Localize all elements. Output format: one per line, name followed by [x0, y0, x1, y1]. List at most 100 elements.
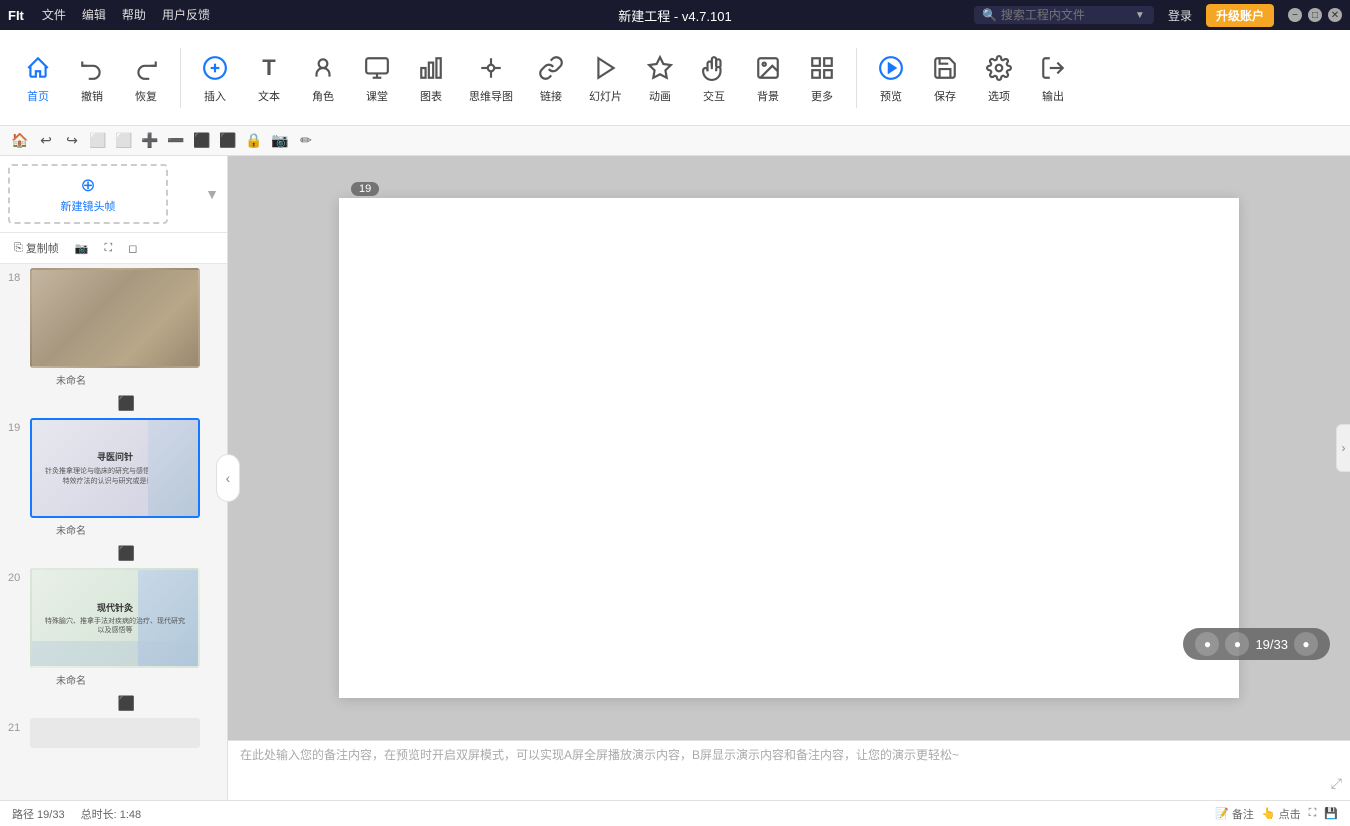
- toolbar-link[interactable]: 链接: [525, 40, 577, 116]
- divider-2: [856, 48, 857, 108]
- toolbar-home[interactable]: 首页: [12, 40, 64, 116]
- main-area: ⊕ 新建镜头帧 ▼ ⎘ 复制帧 📷 ⛶ ◻ 18: [0, 156, 1350, 800]
- save-label: 保存: [934, 88, 956, 104]
- login-button[interactable]: 登录: [1160, 5, 1200, 26]
- toolbar-slide[interactable]: 幻灯片: [579, 40, 632, 116]
- notes-btn[interactable]: 📝 备注: [1215, 806, 1254, 822]
- slide-count-display: 19/33: [1255, 637, 1288, 652]
- close-button[interactable]: ✕: [1328, 8, 1342, 22]
- toolbar-undo[interactable]: 撤销: [66, 40, 118, 116]
- slide-canvas[interactable]: 19: [339, 198, 1239, 698]
- capture-button[interactable]: 📷: [69, 239, 95, 258]
- toolbar-background[interactable]: 背景: [742, 40, 794, 116]
- second-toolbar: 🏠 ↩ ↪ ⬜ ⬜ ➕ ➖ ⬛ ⬛ 🔒 📷 ✏: [0, 126, 1350, 156]
- notes-expand-icon[interactable]: ⤢: [1331, 775, 1342, 792]
- slide-name-19: 未命名: [30, 520, 200, 539]
- tb2-undo-btn[interactable]: ↩: [34, 129, 58, 153]
- title-right: 🔍 ▼ 登录 升级账户 − □ ✕: [974, 4, 1342, 27]
- slide-item-21[interactable]: 21: [0, 714, 227, 752]
- toolbar-interact[interactable]: 交互: [688, 40, 740, 116]
- toolbar-redo[interactable]: 恢复: [120, 40, 172, 116]
- search-dropdown-icon[interactable]: ▼: [1135, 10, 1145, 21]
- search-input[interactable]: [1001, 8, 1131, 22]
- collapse-panel-button[interactable]: ‹: [216, 454, 240, 502]
- slide-thumb-19[interactable]: 寻医问针 针灸推拿理论与临床的研究与感悟；针灸推拿特效疗法的认识与研究或是感悟等: [30, 418, 200, 518]
- tb2-redo-btn[interactable]: ↪: [60, 129, 84, 153]
- chart-icon: [415, 52, 447, 84]
- toolbar-insert[interactable]: 插入: [189, 40, 241, 116]
- slide-item-18[interactable]: 18 未命名: [0, 264, 227, 393]
- panel-collapse-icon[interactable]: ▼: [205, 186, 219, 202]
- slide-name-20: 未命名: [30, 670, 200, 689]
- tb2-home-btn[interactable]: 🏠: [8, 129, 32, 153]
- slide-num-21: 21: [8, 718, 26, 734]
- settings-button[interactable]: ◻: [122, 239, 143, 258]
- toolbar-text[interactable]: T 文本: [243, 40, 295, 116]
- notes-btn-label: 备注: [1232, 806, 1254, 822]
- export-icon: [1037, 52, 1069, 84]
- main-toolbar: 首页 撤销 恢复 插入 T 文本: [0, 30, 1350, 126]
- insert-icon: [199, 52, 231, 84]
- toolbar-options[interactable]: 选项: [973, 40, 1025, 116]
- fullscreen-status-btn[interactable]: ⛶: [1309, 807, 1317, 820]
- tb2-paste-btn[interactable]: ⬜: [112, 129, 136, 153]
- menu-edit[interactable]: 编辑: [74, 0, 114, 30]
- notes-area[interactable]: 在此处输入您的备注内容，在预览时开启双屏模式，可以实现A屏全屏播放演示内容，B屏…: [228, 740, 1350, 800]
- new-frame-button[interactable]: ⊕ 新建镜头帧: [8, 164, 168, 224]
- tb2-camera-btn[interactable]: 📷: [268, 129, 292, 153]
- slide-20-content: 现代针灸 特殊腧穴、推拿手法对疾病的治疗、现代研究以及感悟等: [38, 597, 192, 639]
- toolbar-role[interactable]: 角色: [297, 40, 349, 116]
- slide-thumb-21[interactable]: [30, 718, 200, 748]
- slide-item-19[interactable]: 19 寻医问针 针灸推拿理论与临床的研究与感悟；针灸推拿特效疗法的认识与研究或是…: [0, 414, 227, 543]
- settings-icon: ◻: [128, 242, 137, 255]
- mindmap-label: 思维导图: [469, 88, 513, 104]
- tb2-zoom-in-btn[interactable]: ➕: [138, 129, 162, 153]
- slide-thumb-18[interactable]: [30, 268, 200, 368]
- slide-item-20[interactable]: 20 现代针灸 特殊腧穴、推拿手法对疾病的治疗、现代研究以及感悟等 未命名: [0, 564, 227, 693]
- tb2-edit-btn[interactable]: ✏: [294, 129, 318, 153]
- slide-20-inner: 现代针灸 特殊腧穴、推拿手法对疾病的治疗、现代研究以及感悟等: [32, 570, 198, 666]
- toolbar-chart[interactable]: 图表: [405, 40, 457, 116]
- points-btn[interactable]: 👆 点击: [1262, 806, 1301, 822]
- new-frame-label: 新建镜头帧: [61, 198, 116, 214]
- tb2-zoom-out-btn[interactable]: ➖: [164, 129, 188, 153]
- play-prev-icon: ●: [1204, 637, 1211, 651]
- slide-20-text: 特殊腧穴、推拿手法对疾病的治疗、现代研究以及感悟等: [42, 617, 188, 635]
- slide-panel: ⊕ 新建镜头帧 ▼ ⎘ 复制帧 📷 ⛶ ◻ 18: [0, 156, 228, 800]
- maximize-button[interactable]: □: [1308, 8, 1322, 22]
- copy-frame-button[interactable]: ⎘ 复制帧: [8, 237, 65, 259]
- play-prev-button[interactable]: ●: [1195, 632, 1219, 656]
- notes-placeholder: 在此处输入您的备注内容，在预览时开启双屏模式，可以实现A屏全屏播放演示内容，B屏…: [240, 747, 1338, 764]
- tb2-lock-btn[interactable]: 🔒: [242, 129, 266, 153]
- playback-controls: ● ● 19/33 ●: [1183, 628, 1330, 660]
- app-logo: FIt: [8, 8, 24, 23]
- toolbar-animation[interactable]: 动画: [634, 40, 686, 116]
- role-label: 角色: [312, 88, 334, 104]
- toolbar-classroom[interactable]: 课堂: [351, 40, 403, 116]
- upgrade-button[interactable]: 升级账户: [1206, 4, 1274, 27]
- background-icon: [752, 52, 784, 84]
- play-next-button[interactable]: ●: [1294, 632, 1318, 656]
- slide-thumb-20[interactable]: 现代针灸 特殊腧穴、推拿手法对疾病的治疗、现代研究以及感悟等: [30, 568, 200, 668]
- menu-file[interactable]: 文件: [34, 0, 74, 30]
- save-status-btn[interactable]: 💾: [1324, 807, 1338, 820]
- right-panel-toggle[interactable]: ›: [1336, 424, 1350, 472]
- tb2-copy-btn[interactable]: ⬜: [86, 129, 110, 153]
- toolbar-mindmap[interactable]: 思维导图: [459, 40, 523, 116]
- tb2-align2-btn[interactable]: ⬛: [216, 129, 240, 153]
- toolbar-preview[interactable]: 预览: [865, 40, 917, 116]
- total-length: 总时长: 1:48: [81, 806, 142, 822]
- animation-label: 动画: [649, 88, 671, 104]
- menu-help[interactable]: 帮助: [114, 0, 154, 30]
- copy-label: 复制帧: [26, 240, 59, 256]
- fullscreen-button[interactable]: ⛶: [99, 239, 119, 258]
- toolbar-export[interactable]: 输出: [1027, 40, 1079, 116]
- canvas-main[interactable]: 19 ● ● 19/33 ● ›: [228, 156, 1350, 740]
- search-box[interactable]: 🔍 ▼: [974, 6, 1154, 24]
- minimize-button[interactable]: −: [1288, 8, 1302, 22]
- toolbar-save[interactable]: 保存: [919, 40, 971, 116]
- menu-feedback[interactable]: 用户反馈: [154, 0, 218, 30]
- play-main-button[interactable]: ●: [1225, 632, 1249, 656]
- toolbar-more[interactable]: 更多: [796, 40, 848, 116]
- tb2-align-btn[interactable]: ⬛: [190, 129, 214, 153]
